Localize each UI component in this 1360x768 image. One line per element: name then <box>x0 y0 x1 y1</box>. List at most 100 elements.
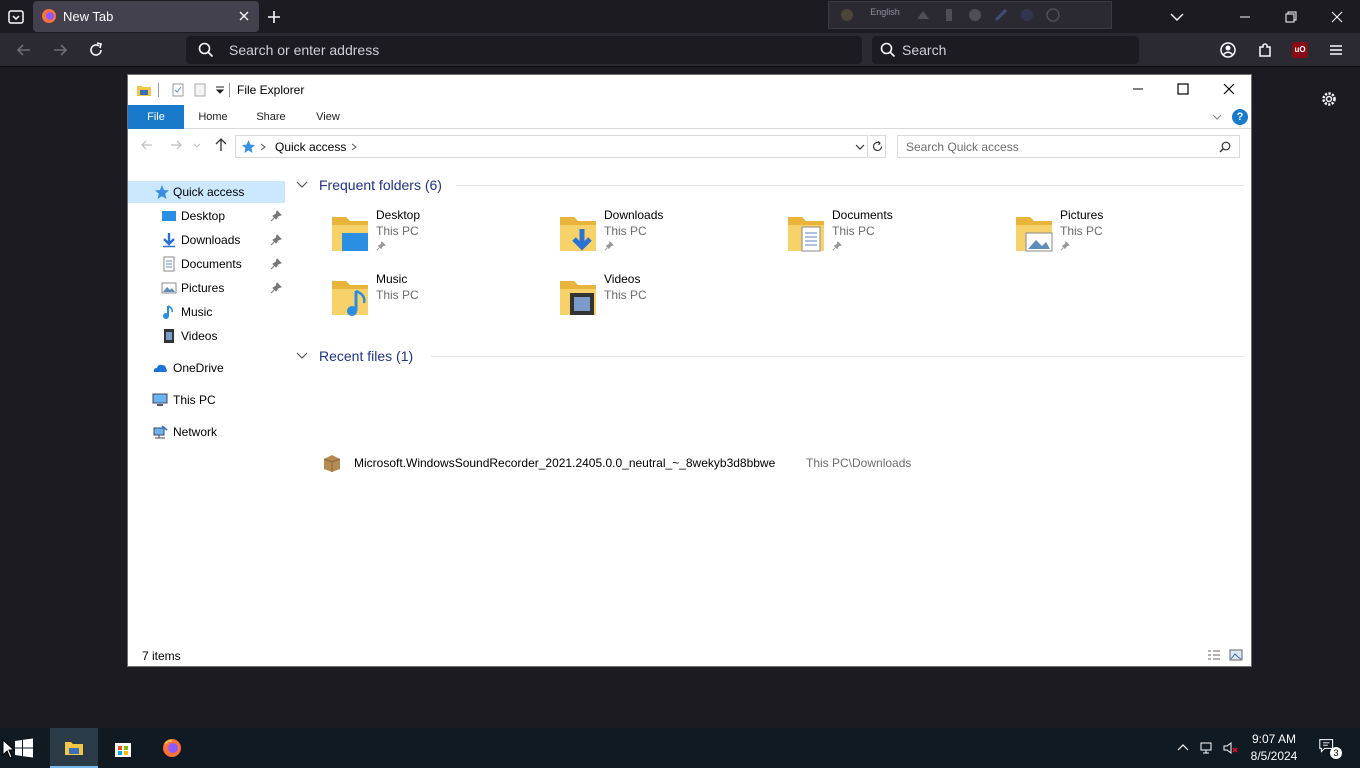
recent-locations-icon[interactable] <box>193 138 201 152</box>
taskbar-firefox[interactable] <box>148 728 196 768</box>
folder-tile[interactable]: Videos This PC <box>556 269 784 325</box>
volume-muted-icon[interactable] <box>1222 740 1238 756</box>
menu-icon[interactable] <box>1325 39 1347 61</box>
ime-pen-icon[interactable] <box>993 7 1009 23</box>
up-icon[interactable] <box>214 138 228 152</box>
taskbar-store[interactable] <box>99 728 147 768</box>
sidebar-item-documents[interactable]: Documents <box>128 253 285 275</box>
tab-share[interactable]: Share <box>248 105 294 129</box>
back-icon[interactable] <box>140 138 154 152</box>
sidebar-item-network[interactable]: Network <box>128 421 285 443</box>
chevron-down-icon[interactable] <box>296 180 308 190</box>
close-window-icon[interactable] <box>1327 7 1347 27</box>
account-icon[interactable] <box>1217 39 1239 61</box>
extensions-icon[interactable] <box>1254 39 1276 61</box>
refresh-button[interactable] <box>869 135 886 158</box>
restore-icon[interactable] <box>1281 7 1301 27</box>
mouse-cursor-icon <box>2 739 16 759</box>
sidebar-item-this-pc[interactable]: This PC <box>128 389 285 411</box>
quick-access-star-icon <box>242 140 255 153</box>
documents-folder-icon <box>788 217 824 252</box>
help-icon[interactable]: ? <box>1232 109 1248 125</box>
sidebar-item-label: Videos <box>181 329 218 343</box>
chevron-down-icon[interactable] <box>1167 7 1187 27</box>
tab-view[interactable]: View <box>306 105 350 129</box>
chevron-down-icon[interactable] <box>296 351 308 361</box>
list-item[interactable]: Microsoft.WindowsSoundRecorder_2021.2405… <box>316 451 1216 475</box>
folder-app-icon[interactable] <box>136 82 152 98</box>
sidebar-item-onedrive[interactable]: OneDrive <box>128 357 285 379</box>
large-icons-view-icon[interactable] <box>1229 648 1243 662</box>
ime-icon[interactable] <box>839 7 855 23</box>
sidebar-item-desktop[interactable]: Desktop <box>128 205 285 227</box>
chevron-right-icon[interactable] <box>351 143 357 151</box>
sidebar-item-quick-access[interactable]: Quick access <box>128 181 285 203</box>
ime-settings-icon[interactable] <box>967 7 983 23</box>
url-bar[interactable] <box>186 36 862 64</box>
sidebar-item-label: Documents <box>181 257 242 271</box>
tab-file[interactable]: File <box>128 105 184 129</box>
chevron-up-icon[interactable] <box>1175 740 1191 756</box>
language-bar: English <box>828 1 1112 29</box>
pin-icon[interactable] <box>270 234 282 246</box>
sidebar-item-downloads[interactable]: Downloads <box>128 229 285 251</box>
close-tab-icon[interactable] <box>237 9 251 23</box>
search-bar[interactable] <box>872 36 1139 64</box>
properties-icon[interactable] <box>170 82 186 98</box>
ime-tool-icon[interactable] <box>941 7 957 23</box>
system-clock[interactable]: 9:07 AM 8/5/2024 <box>1244 731 1304 765</box>
pin-icon <box>832 241 842 251</box>
maximize-button[interactable] <box>1160 75 1206 105</box>
minimize-button[interactable] <box>1115 75 1161 105</box>
folder-name: Pictures <box>1060 208 1104 222</box>
ime-help-icon[interactable] <box>1019 7 1035 23</box>
reload-icon[interactable] <box>85 39 107 61</box>
pin-icon[interactable] <box>270 210 282 222</box>
folder-tile[interactable]: Pictures This PC <box>1012 205 1240 261</box>
folder-tile[interactable]: Music This PC <box>328 269 556 325</box>
tab-home[interactable]: Home <box>190 105 236 129</box>
pin-icon[interactable] <box>270 258 282 270</box>
list-all-tabs-icon[interactable] <box>6 7 26 27</box>
new-folder-icon[interactable] <box>192 82 208 98</box>
details-view-icon[interactable] <box>1207 648 1221 662</box>
search-input[interactable] <box>898 136 1208 157</box>
ime-language[interactable]: English <box>865 7 905 17</box>
folder-tile[interactable]: Downloads This PC <box>556 205 784 261</box>
ime-mode-icon[interactable] <box>915 7 931 23</box>
minimize-icon[interactable] <box>1235 7 1255 27</box>
sidebar-item-videos[interactable]: Videos <box>128 325 285 347</box>
address-bar[interactable]: Quick access <box>235 135 868 158</box>
forward-icon[interactable] <box>49 39 71 61</box>
pin-icon[interactable] <box>270 282 282 294</box>
breadcrumb[interactable]: Quick access <box>275 140 346 154</box>
chevron-right-icon[interactable] <box>260 143 266 151</box>
gear-icon[interactable] <box>1319 89 1339 109</box>
forward-icon[interactable] <box>169 138 183 152</box>
explorer-title-bar[interactable]: File Explorer <box>128 75 1251 105</box>
ime-info-icon[interactable] <box>1045 7 1061 23</box>
search-icon[interactable] <box>1219 141 1231 153</box>
package-icon <box>323 455 341 472</box>
search-box[interactable] <box>897 135 1240 158</box>
taskbar-file-explorer[interactable] <box>50 728 98 768</box>
sidebar-item-music[interactable]: Music <box>128 301 285 323</box>
notification-count-badge: 3 <box>1330 747 1342 759</box>
browser-tab[interactable]: New Tab <box>33 1 259 32</box>
action-center-button[interactable]: 3 <box>1318 738 1342 759</box>
frequent-folders-header[interactable]: Frequent folders (6) <box>296 175 1246 195</box>
chevron-down-icon[interactable] <box>855 142 865 152</box>
new-tab-icon[interactable] <box>264 7 284 27</box>
network-status-icon[interactable] <box>1199 740 1215 756</box>
recent-files-header[interactable]: Recent files (1) <box>296 346 1246 366</box>
customize-qat-icon[interactable] <box>212 82 228 98</box>
close-button[interactable] <box>1206 75 1252 105</box>
back-icon[interactable] <box>13 39 35 61</box>
expand-ribbon-icon[interactable] <box>1211 112 1223 122</box>
ublock-origin-icon[interactable]: uO <box>1292 42 1308 58</box>
search-input[interactable] <box>902 36 1132 64</box>
folder-tile[interactable]: Desktop This PC <box>328 205 556 261</box>
url-input[interactable] <box>229 36 849 64</box>
sidebar-item-pictures[interactable]: Pictures <box>128 277 285 299</box>
folder-tile[interactable]: Documents This PC <box>784 205 1012 261</box>
